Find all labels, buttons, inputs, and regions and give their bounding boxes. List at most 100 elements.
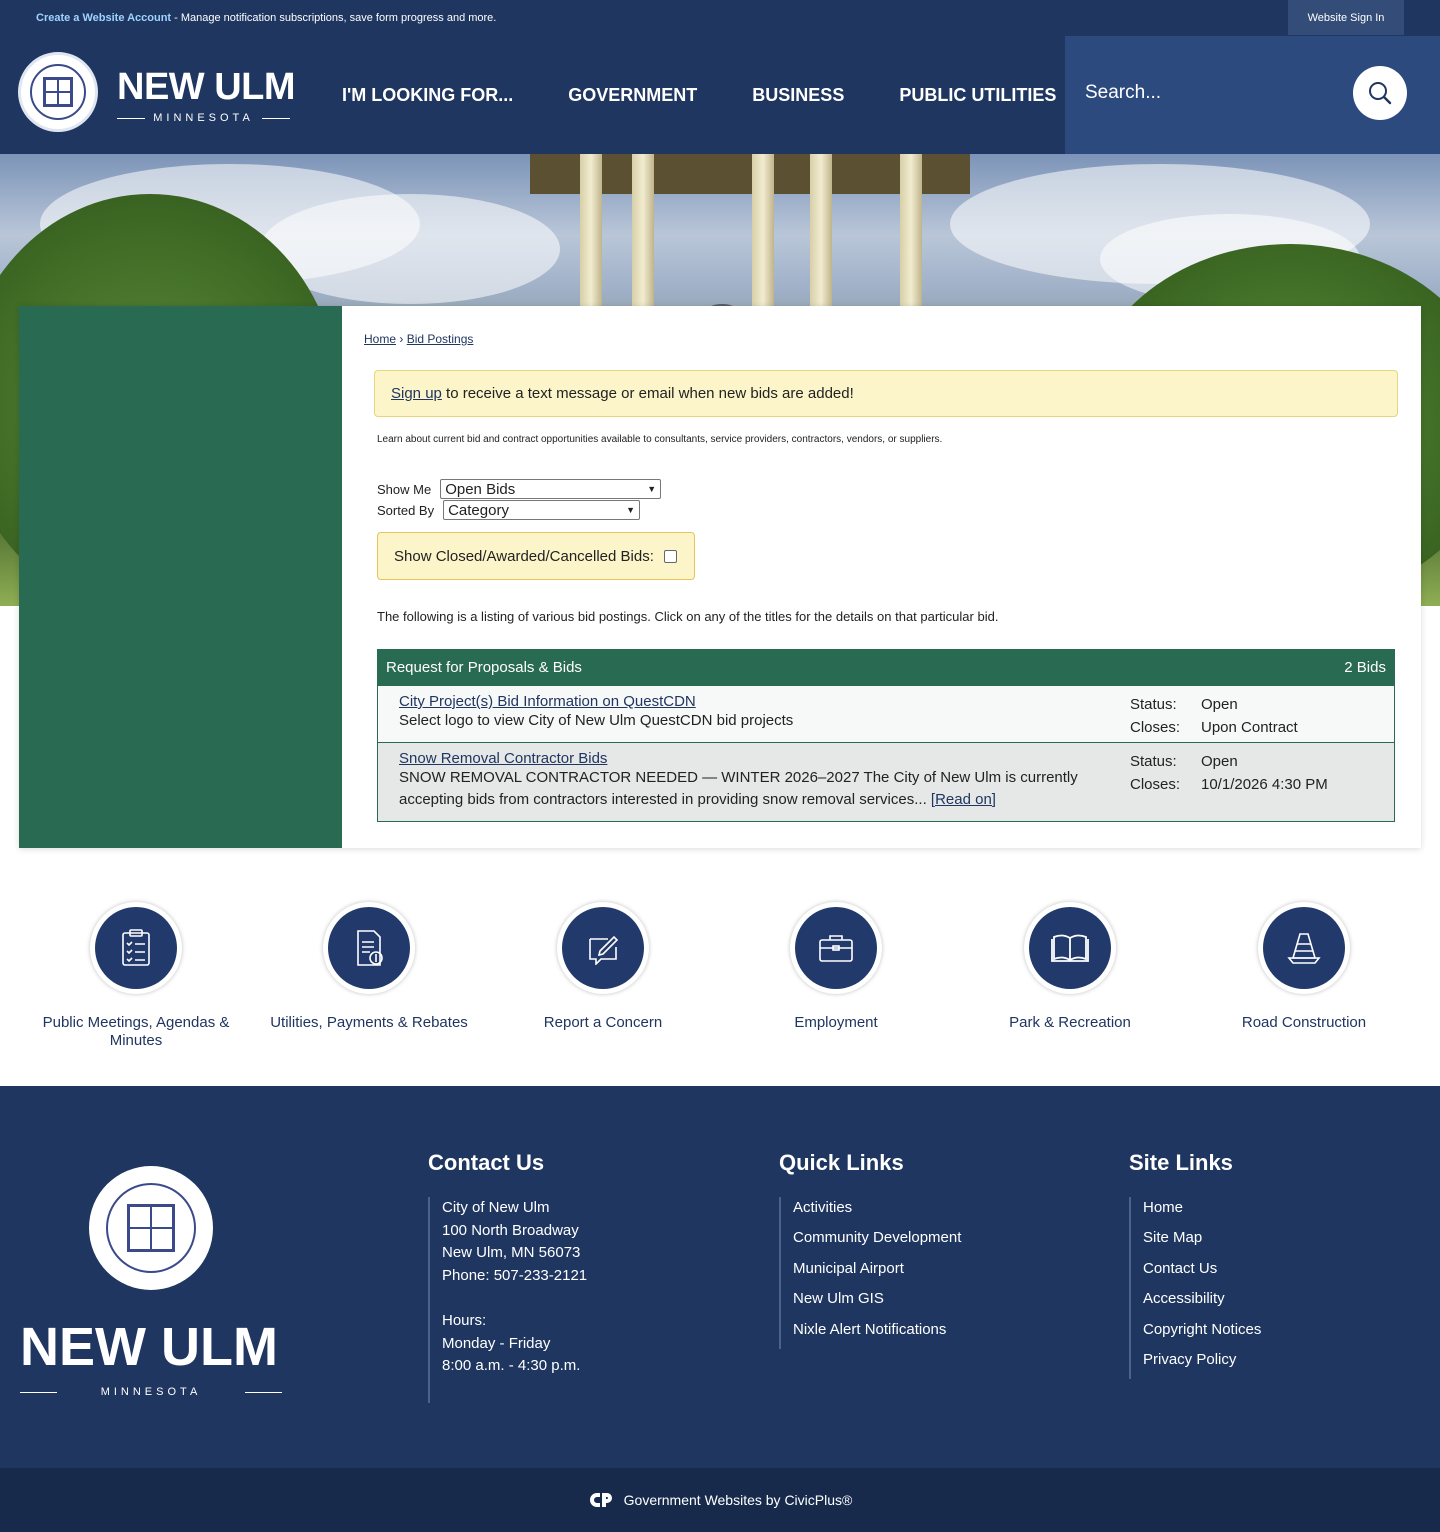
bill-dollar-icon bbox=[357, 930, 383, 966]
bid-description: Select logo to view City of New Ulm Ques… bbox=[399, 712, 794, 729]
brand-title[interactable]: NEW ULM bbox=[117, 66, 296, 109]
contact-line: City of New Ulm bbox=[442, 1199, 550, 1216]
search-button[interactable] bbox=[1353, 66, 1407, 120]
footer-link-contact-us[interactable]: Contact Us bbox=[1143, 1258, 1261, 1281]
listing-note: The following is a listing of various bi… bbox=[377, 609, 999, 624]
quick-link-road-construction[interactable]: Road Construction bbox=[1187, 902, 1421, 1032]
nav-government[interactable]: GOVERNMENT bbox=[568, 85, 697, 106]
signup-alert-text: to receive a text message or email when … bbox=[441, 385, 854, 402]
footer-contact-heading: Contact Us bbox=[428, 1150, 545, 1175]
brand-subtitle: MINNESOTA bbox=[117, 112, 291, 124]
bid-status: Status: Open Closes: 10/1/2026 4:30 PM bbox=[1130, 750, 1328, 796]
breadcrumb-bid-postings[interactable]: Bid Postings bbox=[407, 332, 474, 346]
footer-link-copyright[interactable]: Copyright Notices bbox=[1143, 1319, 1261, 1342]
bid-status-value: Open bbox=[1201, 696, 1238, 713]
contact-line: 100 North Broadway bbox=[442, 1221, 579, 1239]
show-closed-checkbox[interactable] bbox=[663, 549, 677, 563]
footer-brand-subtitle: MINNESOTA bbox=[20, 1386, 282, 1398]
top-bar: Create a Website Account - Manage notifi… bbox=[0, 0, 1440, 36]
main-content: Home › Bid Postings Sign up to receive a… bbox=[364, 306, 1421, 848]
hours-label: Hours: bbox=[442, 1311, 487, 1329]
bids-category-header: Request for Proposals & Bids 2 Bids bbox=[378, 650, 1394, 685]
quick-link-utilities[interactable]: Utilities, Payments & Rebates bbox=[252, 902, 486, 1032]
bid-description: SNOW REMOVAL CONTRACTOR NEEDED — WINTER … bbox=[399, 769, 1078, 808]
show-me-label: Show Me bbox=[377, 481, 432, 497]
site-header: NEW ULM MINNESOTA I'M LOOKING FOR... GOV… bbox=[0, 36, 1440, 154]
show-me-select[interactable]: Open Bids ▼ bbox=[440, 479, 662, 499]
main-nav: I'M LOOKING FOR... GOVERNMENT BUSINESS P… bbox=[342, 36, 1056, 154]
civicplus-credit-text: Government Websites by CivicPlus® bbox=[623, 1492, 853, 1508]
signup-alert: Sign up to receive a text message or ema… bbox=[374, 370, 1398, 417]
quick-links-row: Public Meetings, Agendas & Minutes Utili… bbox=[0, 890, 1440, 1090]
clipboard-checklist-icon bbox=[122, 929, 150, 966]
footer-site-links: Site Links Home Site Map Contact Us Acce… bbox=[1129, 1150, 1261, 1379]
civicplus-logo-icon bbox=[589, 1493, 612, 1507]
footer-link-accessibility[interactable]: Accessibility bbox=[1143, 1288, 1261, 1311]
quick-link-label: Road Construction bbox=[1241, 1014, 1367, 1031]
quick-link-public-meetings[interactable]: Public Meetings, Agendas & Minutes bbox=[19, 902, 253, 1050]
quick-link-park-recreation[interactable]: Park & Recreation bbox=[953, 902, 1187, 1032]
quick-link-employment[interactable]: Employment bbox=[719, 902, 953, 1032]
nav-public-utilities[interactable]: PUBLIC UTILITIES bbox=[899, 85, 1056, 106]
sorted-by-value: Category bbox=[448, 501, 509, 519]
chevron-down-icon: ▼ bbox=[647, 484, 657, 494]
show-me-value: Open Bids bbox=[445, 480, 516, 498]
site-footer: NEW ULM MINNESOTA Contact Us City of New… bbox=[0, 1086, 1440, 1468]
quick-link-report-concern[interactable]: Report a Concern bbox=[486, 902, 720, 1032]
footer-quick-links: Quick Links Activities Community Develop… bbox=[779, 1150, 961, 1349]
read-on-link[interactable]: [Read on] bbox=[931, 791, 996, 808]
bid-row: Snow Removal Contractor Bids SNOW REMOVA… bbox=[378, 742, 1394, 821]
civicplus-credit[interactable]: Government Websites by CivicPlus® bbox=[0, 1468, 1440, 1532]
city-seal-logo[interactable] bbox=[18, 52, 98, 132]
sorted-by-row: Sorted By Category ▼ bbox=[377, 500, 641, 520]
nav-im-looking-for[interactable]: I'M LOOKING FOR... bbox=[342, 85, 513, 106]
breadcrumb-separator: › bbox=[399, 332, 404, 346]
bid-status: Status: Open Closes: Upon Contract bbox=[1130, 693, 1298, 739]
show-closed-box: Show Closed/Awarded/Cancelled Bids: bbox=[377, 532, 695, 580]
bid-closes-value: 10/1/2026 4:30 PM bbox=[1201, 776, 1328, 793]
content-card: Home › Bid Postings Sign up to receive a… bbox=[19, 306, 1421, 848]
hours-line: 8:00 a.m. - 4:30 p.m. bbox=[442, 1357, 581, 1375]
footer-link-site-map[interactable]: Site Map bbox=[1143, 1227, 1261, 1250]
bid-row: City Project(s) Bid Information on Quest… bbox=[378, 685, 1394, 742]
sidebar bbox=[19, 306, 342, 848]
hours-line: Monday - Friday bbox=[442, 1334, 551, 1352]
breadcrumb-home[interactable]: Home bbox=[364, 332, 396, 346]
footer-link-activities[interactable]: Activities bbox=[793, 1197, 961, 1220]
website-sign-in-button[interactable]: Website Sign In bbox=[1288, 0, 1404, 35]
quick-link-label: Employment bbox=[794, 1014, 878, 1031]
search-input[interactable]: Search... bbox=[1085, 82, 1161, 104]
traffic-cone-icon bbox=[1287, 933, 1321, 964]
footer-link-community-development[interactable]: Community Development bbox=[793, 1227, 961, 1250]
footer-site-links-heading: Site Links bbox=[1129, 1150, 1233, 1175]
contact-line: New Ulm, MN 56073 bbox=[442, 1244, 581, 1262]
pencil-note-icon bbox=[589, 935, 619, 965]
footer-brand-title: NEW ULM bbox=[20, 1317, 278, 1377]
footer-link-home[interactable]: Home bbox=[1143, 1197, 1261, 1220]
show-closed-label: Show Closed/Awarded/Cancelled Bids: bbox=[394, 547, 654, 565]
search-panel: Search... bbox=[1065, 36, 1440, 154]
chevron-down-icon: ▼ bbox=[626, 505, 636, 515]
footer-link-municipal-airport[interactable]: Municipal Airport bbox=[793, 1258, 961, 1281]
quick-link-label: Park & Recreation bbox=[1009, 1014, 1131, 1031]
nav-business[interactable]: BUSINESS bbox=[752, 85, 844, 106]
footer-link-privacy[interactable]: Privacy Policy bbox=[1143, 1349, 1261, 1372]
create-account-link[interactable]: Create a Website Account bbox=[36, 12, 171, 24]
footer-city-seal[interactable] bbox=[89, 1166, 213, 1290]
account-message-text: - Manage notification subscriptions, sav… bbox=[171, 12, 497, 24]
intro-text: Learn about current bid and contract opp… bbox=[377, 434, 943, 445]
bid-closes-value: Upon Contract bbox=[1201, 719, 1298, 736]
show-me-row: Show Me Open Bids ▼ bbox=[377, 479, 662, 499]
footer-link-nixle[interactable]: Nixle Alert Notifications bbox=[793, 1319, 961, 1342]
brand-subtitle-text: MINNESOTA bbox=[153, 112, 254, 124]
sign-up-link[interactable]: Sign up bbox=[391, 385, 442, 402]
breadcrumb: Home › Bid Postings bbox=[364, 332, 473, 346]
open-book-icon bbox=[1051, 934, 1089, 962]
footer-quick-links-heading: Quick Links bbox=[779, 1150, 904, 1175]
bid-status-value: Open bbox=[1201, 753, 1238, 770]
quick-link-label: Report a Concern bbox=[543, 1014, 663, 1031]
footer-link-gis[interactable]: New Ulm GIS bbox=[793, 1288, 961, 1311]
contact-phone[interactable]: Phone: 507-233-2121 bbox=[442, 1265, 587, 1288]
sorted-by-select[interactable]: Category ▼ bbox=[443, 500, 641, 520]
bids-category-title: Request for Proposals & Bids bbox=[386, 659, 582, 676]
